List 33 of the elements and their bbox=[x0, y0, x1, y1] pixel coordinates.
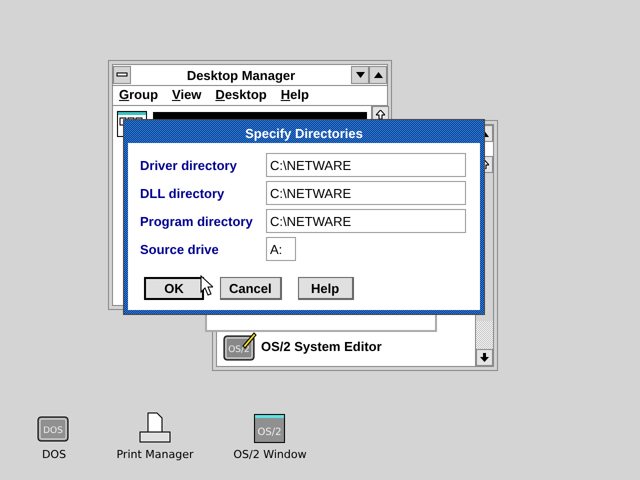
window-title: Desktop Manager bbox=[186, 68, 296, 82]
input-field[interactable]: C:\NETWARE bbox=[266, 209, 466, 233]
input-field[interactable]: C:\NETWARE bbox=[266, 153, 466, 177]
minimize-button[interactable] bbox=[351, 66, 369, 84]
down-arrow-icon bbox=[480, 353, 489, 362]
program-item[interactable]: OS/2 System Editor bbox=[261, 338, 382, 354]
printer-icon[interactable] bbox=[138, 412, 172, 444]
minimize-icon bbox=[356, 72, 364, 78]
maximize-icon bbox=[374, 72, 382, 78]
icon-label[interactable]: DOS bbox=[42, 448, 66, 461]
dialog-button[interactable]: OK bbox=[144, 277, 204, 300]
field-label: Source drive bbox=[140, 242, 220, 256]
menu-item[interactable]: Group bbox=[119, 87, 158, 104]
menu-item[interactable]: Desktop bbox=[215, 87, 267, 104]
dialog-button[interactable]: Cancel bbox=[220, 277, 282, 300]
menu-icon bbox=[116, 72, 128, 78]
up-arrow-icon bbox=[376, 110, 385, 119]
field-label: DLL directory bbox=[140, 186, 226, 200]
input-field[interactable]: C:\NETWARE bbox=[266, 181, 466, 205]
dialog-title: Specify Directories bbox=[244, 125, 364, 143]
input-field[interactable]: A: bbox=[266, 237, 296, 261]
field-label: Driver directory bbox=[140, 158, 238, 172]
dialog-button[interactable]: Help bbox=[298, 277, 354, 300]
scroll-down-button[interactable] bbox=[476, 349, 493, 366]
scroll-thumb[interactable] bbox=[476, 321, 493, 349]
system-menu-button[interactable] bbox=[113, 66, 131, 84]
icon-label[interactable]: OS/2 Window bbox=[233, 448, 307, 461]
field-label: Program directory bbox=[140, 214, 254, 228]
maximize-button[interactable] bbox=[369, 66, 387, 84]
menu-item[interactable]: Help bbox=[280, 87, 309, 104]
menu-item[interactable]: View bbox=[172, 87, 202, 104]
mouse-pointer-icon bbox=[200, 275, 213, 296]
icon-label[interactable]: Print Manager bbox=[116, 448, 194, 461]
